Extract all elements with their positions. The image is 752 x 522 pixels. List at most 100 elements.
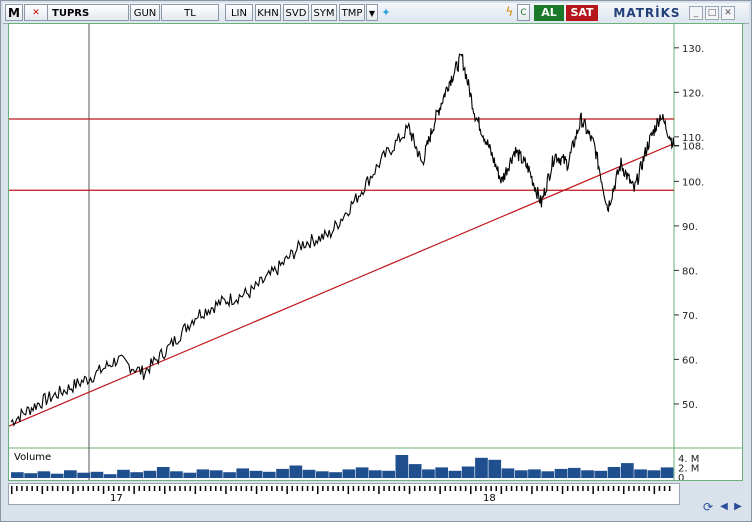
volume-bar — [528, 469, 541, 478]
volume-bar — [660, 467, 674, 478]
volume-bar — [475, 457, 488, 478]
volume-bar — [369, 470, 382, 478]
time-tick — [143, 486, 146, 491]
time-tick — [281, 486, 283, 491]
time-tick — [566, 486, 569, 491]
time-tick — [592, 486, 594, 494]
scale-button-lin[interactable]: LIN — [225, 4, 253, 21]
volume-bar — [647, 470, 661, 478]
time-tick — [556, 486, 559, 491]
time-tick — [174, 486, 176, 491]
time-tick — [266, 486, 268, 491]
chart-area[interactable]: 130. 120. 110. 108. 100. 90. 80. 70. 60. 50. 4. M2… — [8, 23, 743, 481]
time-tick — [357, 486, 360, 491]
time-tick — [424, 486, 426, 491]
time-tick — [617, 486, 620, 491]
time-tick — [490, 486, 492, 491]
toolbar-button-svd[interactable]: SVD — [283, 4, 309, 21]
volume-bar — [329, 472, 342, 478]
time-axis[interactable] — [8, 483, 680, 505]
toolbar-button-khn[interactable]: KHN — [255, 4, 281, 21]
y-tick-label-108: 108. — [682, 142, 704, 153]
time-tick — [215, 486, 217, 491]
time-tick — [255, 486, 258, 494]
period-button-gun[interactable]: GUN — [130, 4, 160, 21]
volume-bar — [183, 472, 197, 478]
time-tick — [577, 486, 579, 491]
time-tick — [373, 486, 375, 491]
time-tick — [515, 486, 518, 491]
price-chart[interactable]: 130.120.110.108.100.90.80.70.60.50.4. M2… — [9, 24, 742, 480]
time-tick — [107, 486, 110, 491]
minimize-icon[interactable]: _ — [689, 6, 703, 20]
scroll-left-icon[interactable]: ◀ — [717, 499, 731, 515]
volume-bar — [448, 470, 462, 478]
trendline — [9, 142, 675, 427]
volume-bar — [143, 470, 157, 478]
volume-bar — [90, 471, 104, 478]
time-tick — [653, 486, 656, 494]
symbol-field[interactable]: TUPRS — [47, 4, 129, 21]
time-tick — [16, 486, 18, 491]
time-tick — [113, 486, 115, 491]
maximize-icon[interactable]: □ — [705, 6, 719, 20]
chart-window: M ✕ TUPRS GUN TL LIN KHN SVD SYM TMP ▼ ✦… — [0, 0, 752, 522]
volume-bar — [634, 469, 647, 478]
volume-bar — [276, 468, 289, 478]
currency-button-tl[interactable]: TL — [161, 4, 219, 21]
menu-button[interactable]: M — [5, 4, 23, 21]
volume-bar — [77, 472, 90, 478]
time-tick — [87, 486, 89, 491]
time-tick — [51, 486, 54, 491]
y-tick-label-90: 90. — [682, 222, 698, 233]
time-tick — [271, 486, 273, 491]
time-tick — [327, 486, 329, 491]
volume-axis-label: 0 — [678, 473, 684, 480]
time-tick — [393, 486, 395, 491]
buy-button[interactable]: AL — [534, 5, 564, 21]
time-tick — [133, 486, 135, 494]
symbol-checkbox[interactable]: ✕ — [24, 4, 48, 21]
time-tick — [459, 486, 462, 491]
volume-bar — [156, 467, 170, 478]
twitter-icon[interactable]: ✦ — [379, 4, 393, 21]
sell-button[interactable]: SAT — [566, 5, 598, 21]
scroll-right-icon[interactable]: ▶ — [731, 499, 745, 515]
time-tick — [148, 486, 151, 491]
dropdown-arrow-icon[interactable]: ▼ — [366, 4, 378, 21]
time-tick — [245, 486, 248, 491]
volume-bar — [342, 469, 356, 478]
sync-icon[interactable]: ⟳ — [701, 499, 715, 515]
time-tick — [362, 486, 365, 491]
time-tick — [301, 486, 304, 491]
time-tick — [230, 486, 232, 491]
volume-bar — [541, 471, 555, 478]
volume-bar — [262, 471, 276, 478]
volume-bar — [223, 472, 236, 478]
volume-bar — [607, 467, 621, 478]
chart-navigation: ⟳ ◀ ▶ — [701, 499, 747, 517]
volume-bar — [103, 474, 117, 478]
toolbar-button-sym[interactable]: SYM — [311, 4, 337, 21]
volume-bar — [594, 470, 608, 478]
time-tick — [179, 486, 181, 491]
volume-bar — [249, 470, 263, 478]
lightning-icon[interactable]: ϟ — [503, 4, 516, 21]
time-tick — [72, 486, 74, 494]
volume-bar — [37, 471, 51, 478]
toolbar-button-tmp[interactable]: TMP — [339, 4, 365, 21]
refresh-icon[interactable]: C — [517, 4, 530, 21]
time-tick — [439, 486, 441, 494]
time-tick — [572, 486, 574, 491]
volume-bar — [395, 455, 409, 478]
time-tick — [189, 486, 191, 491]
close-icon[interactable]: ✕ — [721, 6, 735, 20]
time-tick — [561, 486, 564, 494]
date-label-18: 18 — [483, 493, 496, 504]
volume-bar — [209, 470, 223, 478]
volume-bar — [621, 463, 634, 478]
time-tick — [306, 486, 309, 491]
time-tick — [612, 486, 615, 491]
time-tick — [67, 486, 69, 491]
time-tick — [46, 486, 49, 491]
